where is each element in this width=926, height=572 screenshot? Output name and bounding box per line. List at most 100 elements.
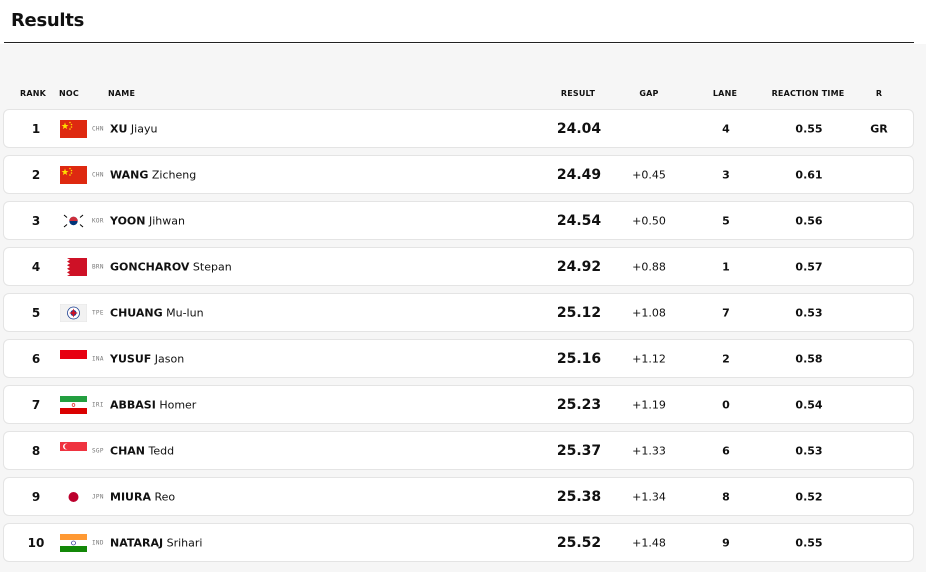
jpn-flag-icon bbox=[60, 487, 87, 506]
gap-cell: +1.48 bbox=[632, 536, 666, 549]
result-cell: 24.92 bbox=[556, 258, 602, 275]
column-header-lane: LANE bbox=[712, 89, 738, 98]
table-row[interactable]: 1 CHN XU Jiayu 24.04 4 0.55 GR bbox=[3, 109, 914, 148]
result-cell: 24.49 bbox=[556, 166, 602, 183]
athlete-name[interactable]: CHUANG Mu-lun bbox=[110, 306, 204, 319]
athlete-surname: GONCHAROV bbox=[110, 260, 190, 273]
athlete-surname: WANG bbox=[110, 168, 149, 181]
result-cell: 24.54 bbox=[556, 212, 602, 229]
rank-cell: 3 bbox=[31, 213, 41, 228]
reaction-time-cell: 0.56 bbox=[795, 214, 823, 227]
result-cell: 25.23 bbox=[556, 396, 602, 413]
results-table: 1 CHN XU Jiayu 24.04 4 0.55 GR 2 CHN WANG Zicheng… bbox=[3, 109, 914, 569]
lane-cell: 2 bbox=[722, 352, 730, 365]
athlete-given-name: Homer bbox=[159, 398, 197, 411]
athlete-name[interactable]: ABBASI Homer bbox=[110, 398, 196, 411]
noc-code: CHN bbox=[92, 125, 104, 132]
lane-cell: 8 bbox=[722, 490, 730, 503]
athlete-given-name: Tedd bbox=[148, 444, 175, 457]
rank-cell: 7 bbox=[31, 397, 41, 412]
noc-code: INA bbox=[92, 355, 104, 362]
athlete-name[interactable]: YUSUF Jason bbox=[110, 352, 184, 365]
gap-cell: +1.12 bbox=[632, 352, 666, 365]
rank-cell: 9 bbox=[31, 489, 41, 504]
athlete-surname: NATARAJ bbox=[110, 536, 164, 549]
rank-cell: 8 bbox=[31, 443, 41, 458]
lane-cell: 5 bbox=[722, 214, 730, 227]
rank-cell: 6 bbox=[31, 351, 41, 366]
table-row[interactable]: 4 BRN GONCHAROV Stepan 24.92 +0.88 1 0.57 bbox=[3, 247, 914, 286]
noc-code: JPN bbox=[92, 493, 104, 500]
athlete-given-name: Reo bbox=[154, 490, 176, 503]
brn-flag-icon bbox=[60, 257, 87, 276]
noc-code: BRN bbox=[92, 263, 104, 270]
athlete-surname: ABBASI bbox=[110, 398, 156, 411]
table-row[interactable]: 7 IRI ABBASI Homer 25.23 +1.19 0 0.54 bbox=[3, 385, 914, 424]
table-row[interactable]: 10 IND NATARAJ Srihari 25.52 +1.48 9 0.55 bbox=[3, 523, 914, 562]
reaction-time-cell: 0.53 bbox=[795, 444, 823, 457]
sgp-flag-icon bbox=[60, 441, 87, 460]
title-divider bbox=[4, 42, 914, 43]
athlete-name[interactable]: XU Jiayu bbox=[110, 122, 157, 135]
gap-cell: +0.50 bbox=[632, 214, 666, 227]
ind-flag-icon bbox=[60, 533, 87, 552]
column-header-reaction-time: REACTION TIME bbox=[771, 89, 845, 98]
athlete-name[interactable]: CHAN Tedd bbox=[110, 444, 174, 457]
iri-flag-icon bbox=[60, 395, 87, 414]
athlete-surname: MIURA bbox=[110, 490, 151, 503]
result-cell: 25.16 bbox=[556, 350, 602, 367]
rank-cell: 4 bbox=[31, 259, 41, 274]
page-header: Results bbox=[0, 0, 926, 44]
lane-cell: 3 bbox=[722, 168, 730, 181]
table-row[interactable]: 3 KOR YOON Jihwan 24.54 +0.50 5 0.56 bbox=[3, 201, 914, 240]
lane-cell: 1 bbox=[722, 260, 730, 273]
athlete-surname: YUSUF bbox=[110, 352, 152, 365]
athlete-name[interactable]: MIURA Reo bbox=[110, 490, 175, 503]
athlete-name[interactable]: GONCHAROV Stepan bbox=[110, 260, 232, 273]
athlete-surname: CHAN bbox=[110, 444, 145, 457]
column-header-rank: RANK bbox=[20, 89, 47, 98]
reaction-time-cell: 0.55 bbox=[795, 536, 823, 549]
lane-cell: 9 bbox=[722, 536, 730, 549]
result-cell: 24.04 bbox=[556, 120, 602, 137]
athlete-surname: XU bbox=[110, 122, 128, 135]
lane-cell: 7 bbox=[722, 306, 730, 319]
rank-cell: 10 bbox=[27, 535, 45, 550]
lane-cell: 0 bbox=[722, 398, 730, 411]
gap-cell: +1.19 bbox=[632, 398, 666, 411]
reaction-time-cell: 0.61 bbox=[795, 168, 823, 181]
gap-cell: +0.88 bbox=[632, 260, 666, 273]
table-row[interactable]: 6 INA YUSUF Jason 25.16 +1.12 2 0.58 bbox=[3, 339, 914, 378]
reaction-time-cell: 0.54 bbox=[795, 398, 823, 411]
column-header-record: R bbox=[875, 89, 883, 98]
table-row[interactable]: 5 TPE CHUANG Mu-lun 25.12 +1.08 7 0.53 bbox=[3, 293, 914, 332]
gap-cell: +0.45 bbox=[632, 168, 666, 181]
rank-cell: 5 bbox=[31, 305, 41, 320]
noc-code: IND bbox=[92, 539, 104, 546]
table-row[interactable]: 2 CHN WANG Zicheng 24.49 +0.45 3 0.61 bbox=[3, 155, 914, 194]
noc-code: SGP bbox=[92, 447, 104, 454]
tpe-flag-icon bbox=[60, 303, 87, 322]
athlete-given-name: Stepan bbox=[192, 260, 232, 273]
page-title: Results bbox=[11, 10, 84, 31]
athlete-given-name: Jihwan bbox=[148, 214, 185, 227]
athlete-name[interactable]: WANG Zicheng bbox=[110, 168, 196, 181]
result-cell: 25.38 bbox=[556, 488, 602, 505]
gap-cell: +1.33 bbox=[632, 444, 666, 457]
athlete-name[interactable]: NATARAJ Srihari bbox=[110, 536, 202, 549]
gap-cell: +1.08 bbox=[632, 306, 666, 319]
table-row[interactable]: 8 SGP CHAN Tedd 25.37 +1.33 6 0.53 bbox=[3, 431, 914, 470]
column-header-result: RESULT bbox=[560, 89, 596, 98]
rank-cell: 2 bbox=[31, 167, 41, 182]
athlete-name[interactable]: YOON Jihwan bbox=[110, 214, 185, 227]
reaction-time-cell: 0.55 bbox=[795, 122, 823, 135]
ina-flag-icon bbox=[60, 349, 87, 368]
results-column-headers: RANK NOC NAME RESULT GAP LANE REACTION T… bbox=[0, 89, 926, 103]
chn-flag-icon bbox=[60, 119, 87, 138]
athlete-given-name: Jiayu bbox=[130, 122, 158, 135]
athlete-given-name: Zicheng bbox=[151, 168, 197, 181]
table-row[interactable]: 9 JPN MIURA Reo 25.38 +1.34 8 0.52 bbox=[3, 477, 914, 516]
reaction-time-cell: 0.52 bbox=[795, 490, 823, 503]
reaction-time-cell: 0.57 bbox=[795, 260, 823, 273]
noc-code: KOR bbox=[92, 217, 104, 224]
